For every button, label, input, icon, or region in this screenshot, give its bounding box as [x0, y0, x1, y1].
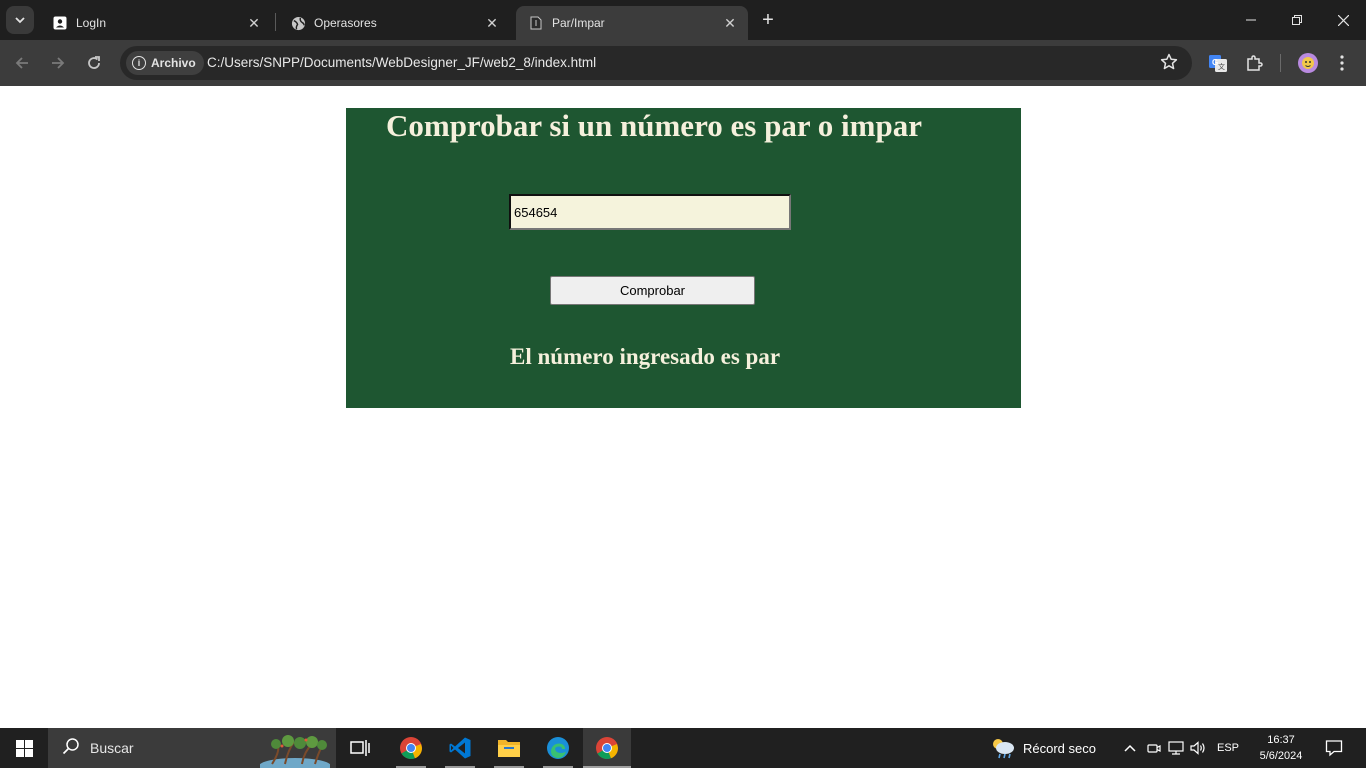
tab-operasores[interactable]: Operasores ✕: [278, 6, 510, 40]
weather-text: Récord seco: [1023, 740, 1096, 756]
task-view-button[interactable]: [336, 728, 384, 768]
reload-icon: [88, 56, 100, 69]
result-text: El número ingresado es par: [510, 344, 781, 369]
tab-title: Par/Impar: [552, 16, 605, 30]
notification-icon: [1325, 740, 1343, 757]
search-icon: [62, 737, 80, 760]
camera-icon[interactable]: [1143, 741, 1165, 755]
close-icon: [1337, 14, 1349, 26]
tab-separator: [275, 13, 276, 31]
search-highlight-image: [260, 735, 330, 768]
file-icon: [528, 15, 544, 31]
tab-login[interactable]: LogIn ✕: [40, 6, 272, 40]
globe-icon: [290, 15, 306, 31]
plus-icon: +: [762, 8, 774, 31]
file-explorer-taskbar-button[interactable]: [485, 728, 533, 768]
site-chip-label: Archivo: [151, 56, 196, 70]
info-icon: i: [132, 56, 146, 70]
more-menu-icon[interactable]: [1330, 51, 1354, 75]
arrow-right-icon: [52, 57, 65, 69]
windows-logo-icon: [15, 739, 33, 757]
forward-button[interactable]: [44, 49, 72, 77]
tab-title: Operasores: [314, 16, 377, 30]
close-tab-icon[interactable]: ✕: [720, 13, 740, 33]
number-input[interactable]: [509, 194, 791, 230]
profile-avatar[interactable]: [1296, 51, 1320, 75]
language-indicator[interactable]: ESP: [1217, 742, 1239, 754]
address-bar[interactable]: i Archivo C:/Users/SNPP/Documents/WebDes…: [120, 46, 1192, 80]
clock-date: 5/6/2024: [1259, 750, 1303, 762]
volume-icon[interactable]: [1187, 741, 1209, 755]
tab-par-impar[interactable]: Par/Impar ✕: [516, 6, 748, 40]
chrome-icon: [596, 737, 619, 760]
close-window-button[interactable]: [1320, 0, 1366, 40]
check-button[interactable]: Comprobar: [550, 276, 755, 305]
chevron-down-icon: [15, 17, 25, 24]
arrow-left-icon: [15, 57, 28, 69]
toolbar-separator: [1280, 54, 1281, 72]
network-icon[interactable]: [1165, 741, 1187, 755]
url-text[interactable]: C:/Users/SNPP/Documents/WebDesigner_JF/w…: [207, 55, 596, 70]
clock-time: 16:37: [1267, 734, 1295, 746]
notification-center-button[interactable]: [1322, 736, 1346, 760]
minimize-icon: [1246, 19, 1256, 21]
start-button[interactable]: [0, 728, 48, 768]
browser-toolbar: i Archivo C:/Users/SNPP/Documents/WebDes…: [0, 40, 1366, 86]
new-tab-button[interactable]: +: [756, 8, 780, 32]
chevron-up-icon[interactable]: [1121, 744, 1139, 752]
tab-search-button[interactable]: [6, 6, 34, 34]
file-explorer-icon: [498, 740, 520, 757]
minimize-button[interactable]: [1228, 0, 1274, 40]
bookmark-star-icon[interactable]: [1160, 53, 1178, 76]
close-tab-icon[interactable]: ✕: [244, 13, 264, 33]
restore-icon: [1292, 15, 1302, 25]
back-button[interactable]: [8, 49, 36, 77]
reload-button[interactable]: [80, 49, 108, 77]
windows-taskbar: Buscar Récord seco ESP 16:37 5/6/2024: [0, 728, 1366, 768]
task-view-icon: [350, 740, 370, 756]
par-impar-panel: Comprobar si un número es par o impar Co…: [346, 108, 1021, 408]
system-tray: ESP: [1121, 728, 1239, 768]
vscode-icon: [449, 737, 471, 759]
tab-title: LogIn: [76, 16, 107, 30]
svg-text:文: 文: [1218, 62, 1225, 71]
vscode-taskbar-button[interactable]: [436, 728, 484, 768]
browser-tab-bar: LogIn ✕ Operasores ✕ Par/Impar ✕ +: [0, 0, 1366, 40]
edge-taskbar-button[interactable]: [534, 728, 582, 768]
site-info-chip[interactable]: i Archivo: [126, 51, 204, 75]
chrome-taskbar-button-active[interactable]: [583, 728, 631, 768]
close-tab-icon[interactable]: ✕: [482, 13, 502, 33]
chrome-icon: [400, 737, 423, 760]
weather-widget[interactable]: Récord seco: [990, 728, 1096, 768]
person-box-icon: [52, 15, 68, 31]
chrome-taskbar-button[interactable]: [387, 728, 435, 768]
page-heading: Comprobar si un número es par o impar: [386, 108, 922, 143]
restore-button[interactable]: [1274, 0, 1320, 40]
search-label: Buscar: [90, 740, 134, 756]
taskbar-search[interactable]: Buscar: [48, 728, 336, 768]
edge-icon: [547, 737, 569, 759]
system-clock[interactable]: 16:37 5/6/2024: [1252, 732, 1310, 764]
google-translate-icon[interactable]: G文: [1206, 51, 1230, 75]
weather-rain-icon: [993, 739, 1014, 759]
extensions-puzzle-icon[interactable]: [1242, 51, 1266, 75]
